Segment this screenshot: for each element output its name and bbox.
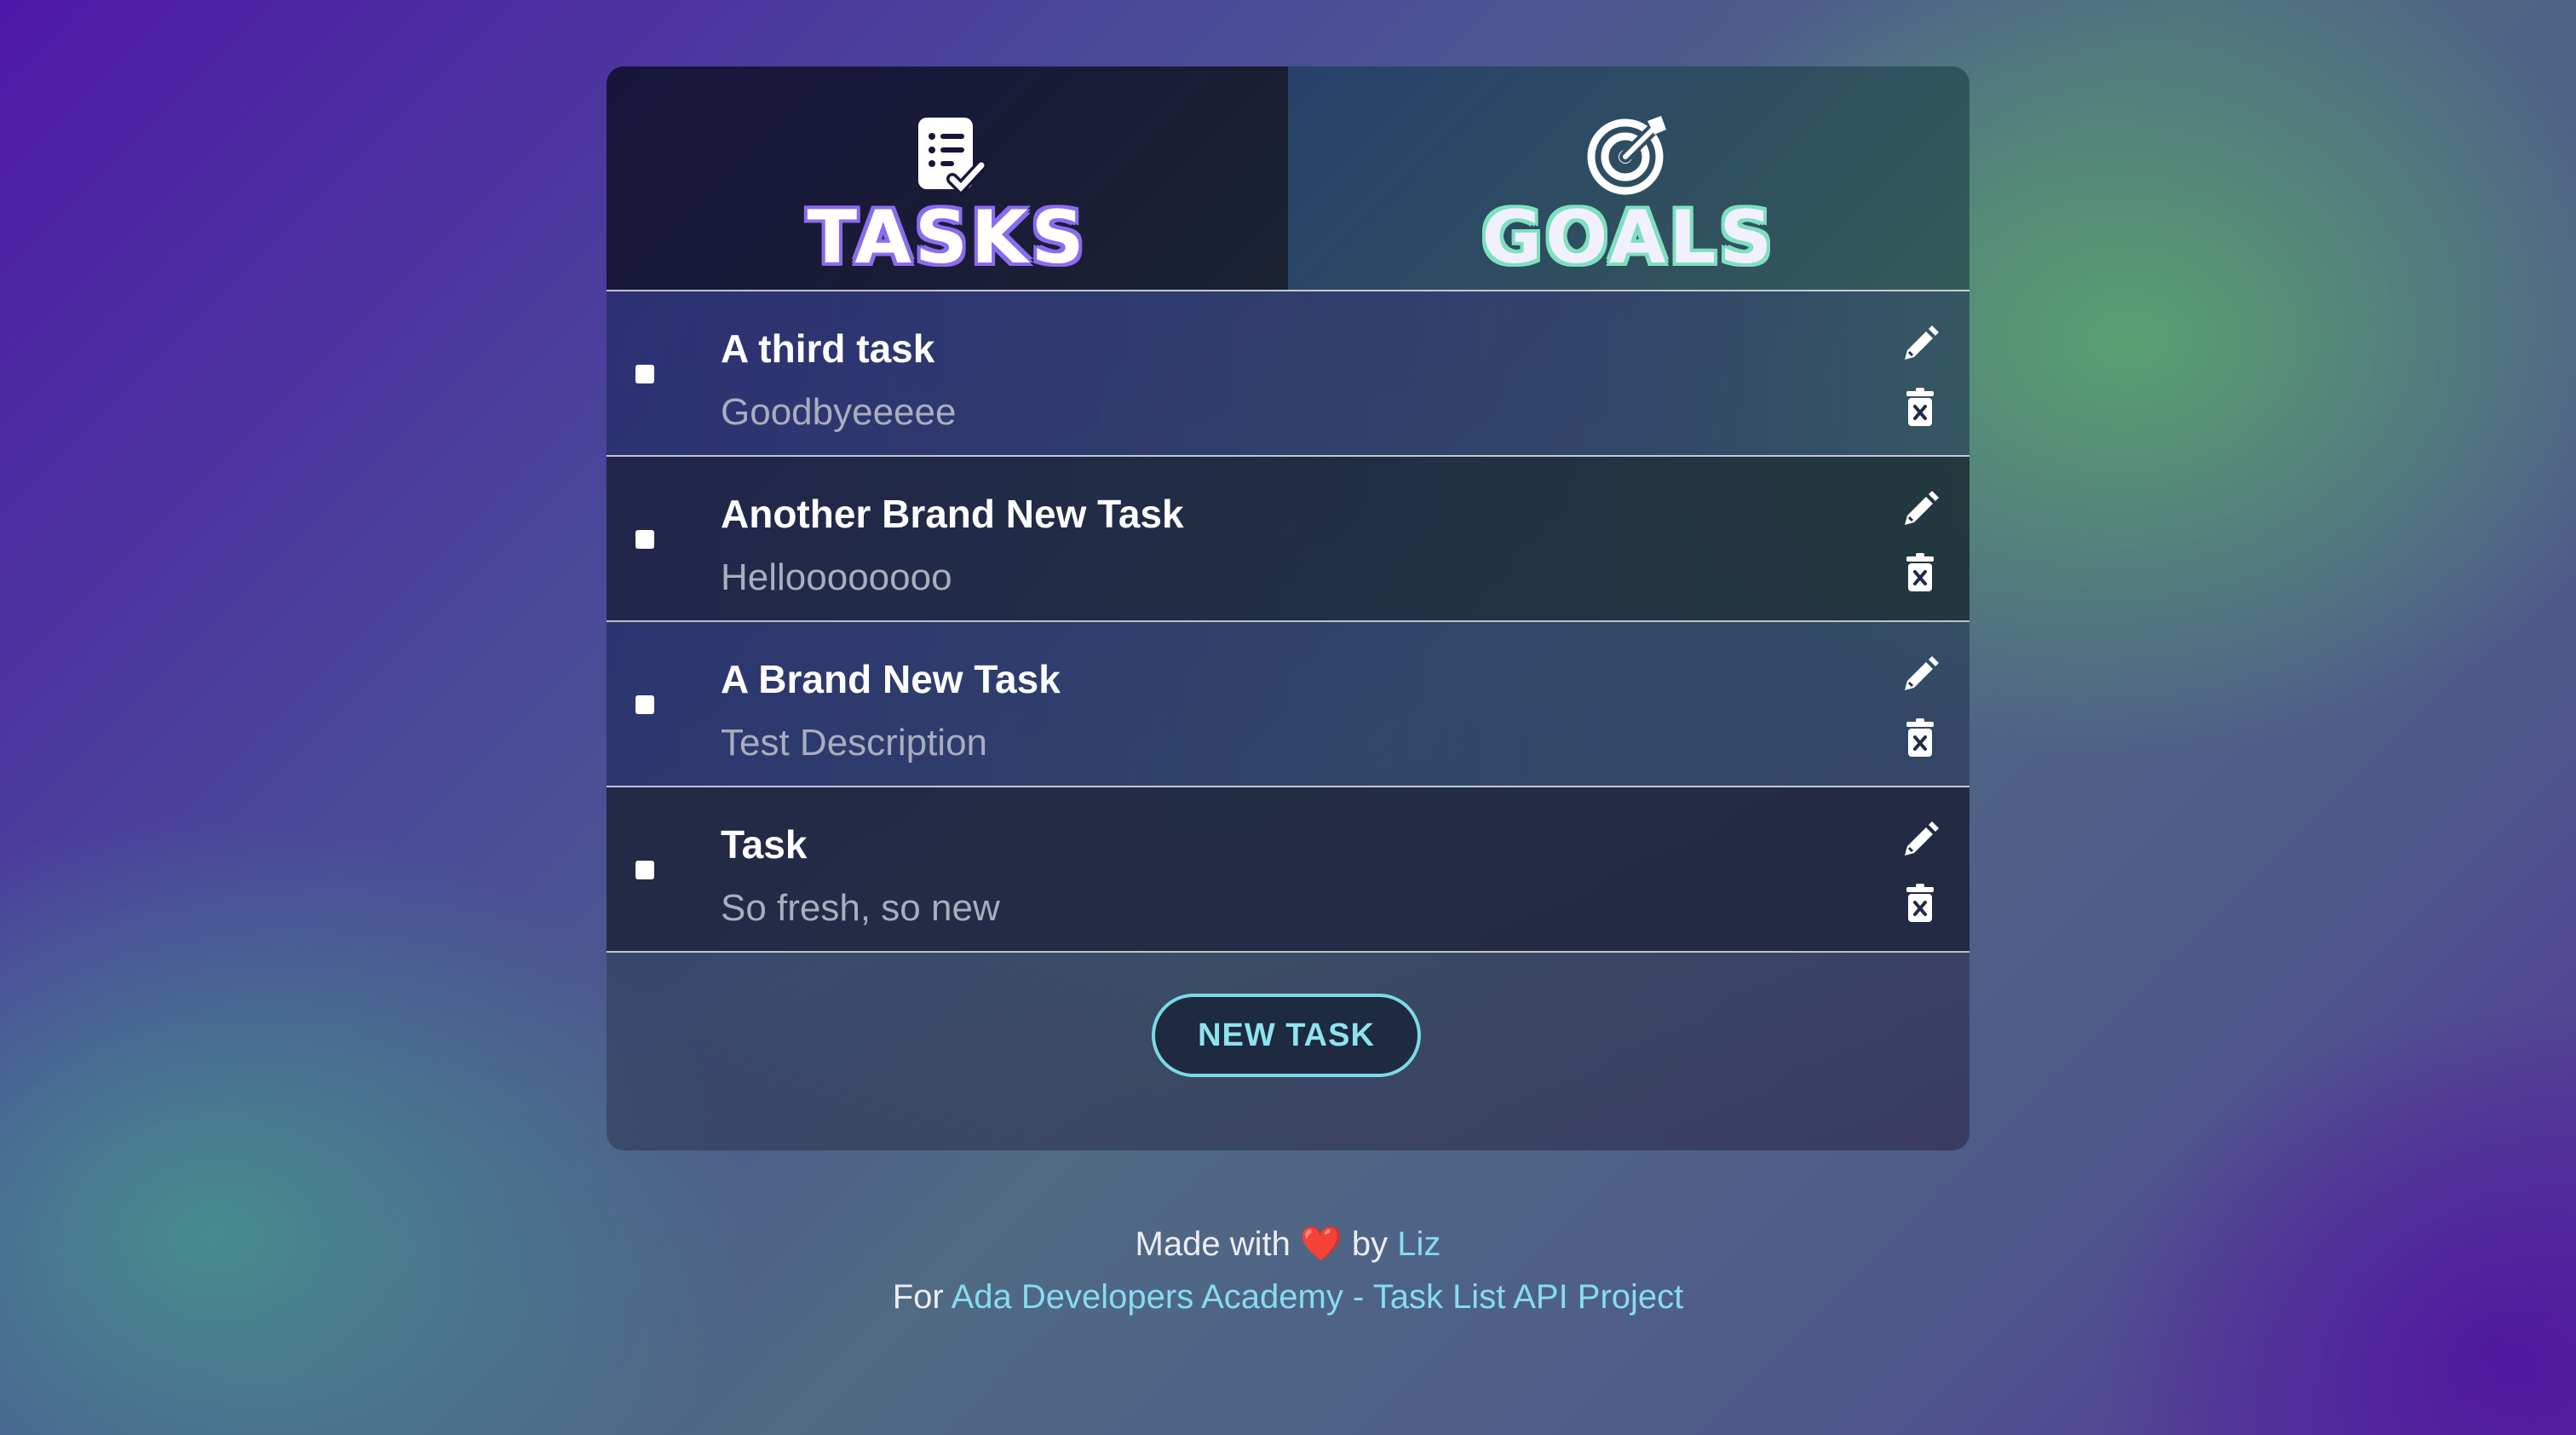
- target-arrow-icon: [1587, 116, 1666, 195]
- task-list-card: TASKS GOALS A third task Goodbyeeeee Ano…: [607, 66, 1969, 1150]
- card-footer: NEW TASK: [607, 953, 1969, 1150]
- made-with-text: Made with: [1135, 1225, 1291, 1263]
- by-text: by: [1351, 1225, 1389, 1263]
- for-text: For: [892, 1278, 944, 1316]
- task-description: So fresh, so new: [721, 887, 1000, 929]
- task-complete-checkbox[interactable]: [635, 530, 654, 549]
- task-complete-checkbox[interactable]: [635, 365, 654, 383]
- pencil-icon[interactable]: [1900, 820, 1941, 861]
- trash-icon[interactable]: [1900, 883, 1941, 924]
- task-description: Goodbyeeeee: [721, 391, 957, 433]
- task-row: A third task Goodbyeeeee: [607, 291, 1969, 457]
- task-title: A Brand New Task: [721, 657, 1061, 701]
- pencil-icon[interactable]: [1900, 654, 1941, 695]
- trash-icon[interactable]: [1900, 718, 1941, 758]
- tab-goals[interactable]: GOALS: [1288, 66, 1969, 290]
- task-row: A Brand New Task Test Description: [607, 622, 1969, 787]
- tab-tasks-label: TASKS: [807, 195, 1088, 280]
- task-complete-checkbox[interactable]: [635, 861, 654, 879]
- task-description: Helloooooooo: [721, 556, 952, 598]
- heart-icon: ❤️: [1299, 1225, 1343, 1263]
- trash-icon[interactable]: [1900, 387, 1941, 428]
- task-complete-checkbox[interactable]: [635, 695, 654, 714]
- task-row: Task So fresh, so new: [607, 787, 1969, 953]
- ada-academy-link[interactable]: Ada Developers Academy: [952, 1278, 1343, 1316]
- author-link[interactable]: Liz: [1397, 1225, 1440, 1263]
- task-title: Another Brand New Task: [721, 492, 1184, 536]
- credits-line-2: For Ada Developers Academy - Task List A…: [0, 1278, 2576, 1317]
- pencil-icon[interactable]: [1900, 324, 1941, 365]
- clipboard-check-icon: [918, 118, 987, 196]
- tab-goals-label: GOALS: [1481, 195, 1776, 280]
- pencil-icon[interactable]: [1900, 489, 1941, 530]
- task-title: Task: [721, 822, 808, 867]
- tab-bar: TASKS GOALS: [607, 66, 1969, 291]
- link-separator: -: [1343, 1278, 1373, 1316]
- task-description: Test Description: [721, 722, 988, 764]
- trash-icon[interactable]: [1900, 552, 1941, 593]
- project-link[interactable]: Task List API Project: [1373, 1278, 1684, 1316]
- tab-tasks[interactable]: TASKS: [607, 66, 1288, 290]
- credits-line-1: Made with ❤️ by Liz: [0, 1224, 2576, 1264]
- task-title: A third task: [721, 326, 935, 371]
- new-task-button[interactable]: NEW TASK: [1152, 994, 1421, 1077]
- task-row: Another Brand New Task Helloooooooo: [607, 457, 1969, 622]
